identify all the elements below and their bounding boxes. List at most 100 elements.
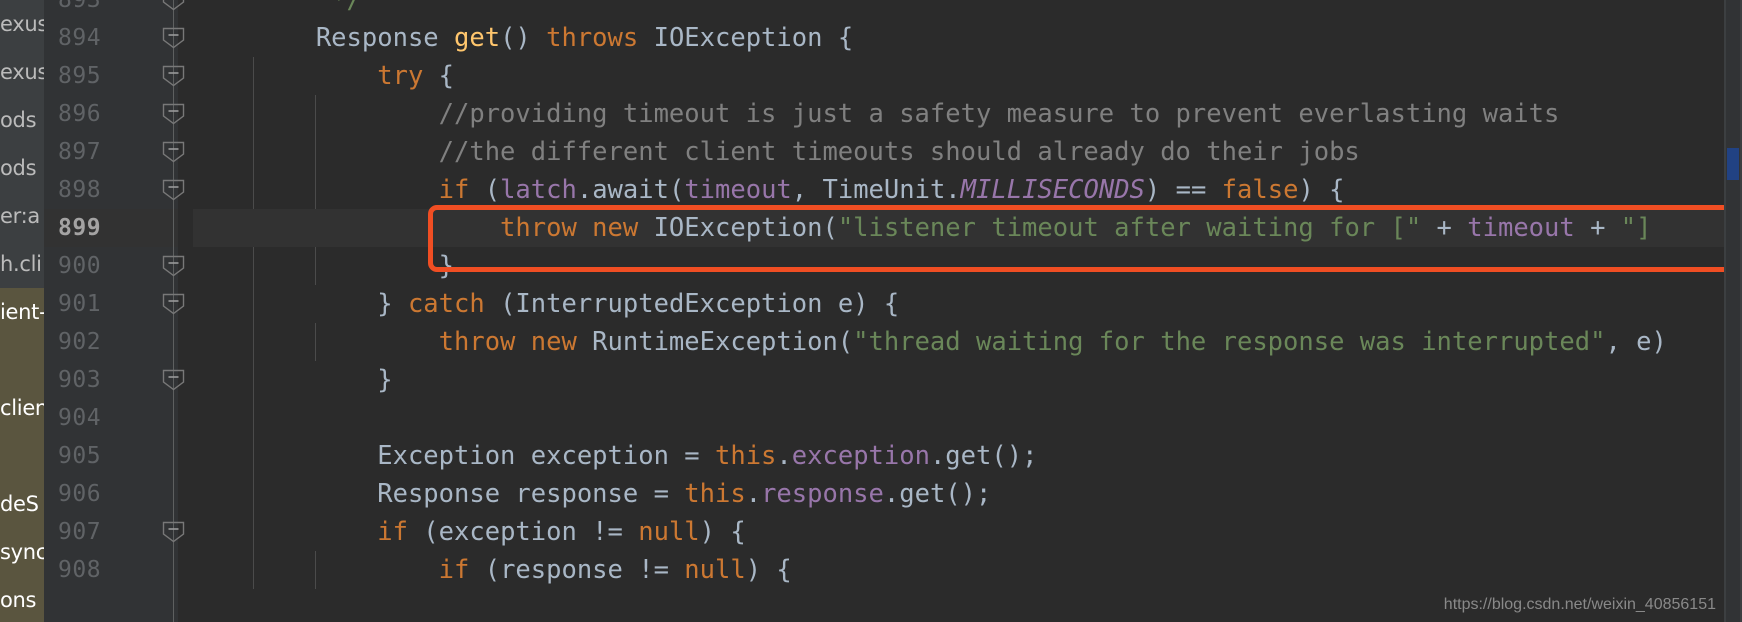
code-token: .get(); bbox=[883, 479, 992, 509]
fold-collapse-icon[interactable] bbox=[161, 103, 186, 125]
code-token: { bbox=[423, 61, 455, 91]
code-token: , e) bbox=[1605, 327, 1667, 357]
code-token: ( bbox=[469, 175, 501, 205]
code-token: RuntimeException( bbox=[592, 327, 854, 357]
project-tree-list[interactable]: exus exus ods ods er:a h.cli ient-clien deS sync… bbox=[0, 0, 44, 622]
code-line[interactable]: */ bbox=[193, 0, 1724, 19]
fold-collapse-icon[interactable] bbox=[161, 369, 186, 391]
code-token: exception bbox=[791, 441, 930, 471]
editor-window: exus exus ods ods er:a h.cli ient-clien deS sync… bbox=[0, 0, 1742, 622]
fold-collapse-icon[interactable] bbox=[161, 0, 186, 11]
code-line[interactable]: if (exception != null) { bbox=[193, 513, 1724, 551]
code-token: (InterruptedException e) { bbox=[484, 289, 900, 319]
code-token: this bbox=[684, 479, 746, 509]
project-tree-item[interactable]: clien bbox=[0, 384, 44, 432]
code-token: () bbox=[500, 23, 547, 53]
fold-collapse-icon[interactable] bbox=[161, 179, 186, 201]
code-line[interactable]: Exception exception = this.exception.get… bbox=[193, 437, 1724, 475]
code-line[interactable]: Response response = this.response.get(); bbox=[193, 475, 1724, 513]
code-token: timeout bbox=[1467, 213, 1575, 243]
code-token: get bbox=[454, 23, 501, 53]
code-token: if bbox=[377, 517, 408, 547]
code-token: + bbox=[1421, 213, 1468, 243]
code-token: "listener timeout after waiting for [" bbox=[837, 213, 1422, 243]
project-tree-item[interactable]: exus bbox=[0, 48, 44, 96]
code-token: IOException { bbox=[653, 23, 854, 53]
code-token: if bbox=[438, 555, 470, 585]
scrollbar-track[interactable] bbox=[1726, 0, 1740, 622]
project-tree-item[interactable]: ods bbox=[0, 144, 44, 192]
editor-scrollbar-strip[interactable] bbox=[1724, 0, 1742, 622]
code-token: + bbox=[1574, 213, 1621, 243]
code-token: . bbox=[776, 441, 792, 471]
fold-collapse-icon[interactable] bbox=[161, 27, 186, 49]
fold-collapse-icon[interactable] bbox=[161, 521, 186, 543]
code-line[interactable]: //the different client timeouts should a… bbox=[193, 133, 1724, 171]
code-line[interactable]: //providing timeout is just a safety mea… bbox=[193, 95, 1724, 133]
project-tree-item[interactable]: sync bbox=[0, 528, 44, 576]
project-tree-item[interactable]: ods bbox=[0, 96, 44, 144]
code-token: .get(); bbox=[929, 441, 1038, 471]
code-token: Response response = bbox=[377, 479, 685, 509]
scrollbar-marker[interactable] bbox=[1727, 148, 1739, 180]
code-token: catch bbox=[407, 289, 485, 319]
code-folding-column[interactable] bbox=[155, 0, 193, 622]
code-line[interactable]: } bbox=[193, 247, 1724, 285]
code-token: } bbox=[377, 289, 408, 319]
code-editor-area[interactable]: */ Response get() throws IOException { t… bbox=[193, 0, 1724, 622]
code-token: try bbox=[377, 61, 424, 91]
code-token: timeout bbox=[684, 175, 792, 205]
project-tree-item[interactable]: h.cli bbox=[0, 240, 44, 288]
code-line[interactable]: if (latch.await(timeout, TimeUnit.MILLIS… bbox=[193, 171, 1724, 209]
code-token: "] bbox=[1620, 213, 1652, 243]
code-line[interactable] bbox=[193, 399, 1724, 437]
code-token: this bbox=[715, 441, 777, 471]
code-token: latch bbox=[500, 175, 577, 205]
code-token: if bbox=[438, 175, 470, 205]
code-token: throw new bbox=[438, 327, 593, 357]
code-token: IOException( bbox=[653, 213, 838, 243]
code-token: .await( bbox=[576, 175, 685, 205]
code-token: (exception != bbox=[407, 517, 639, 547]
fold-collapse-icon[interactable] bbox=[161, 141, 186, 163]
fold-collapse-icon[interactable] bbox=[161, 65, 186, 87]
code-line[interactable]: throw new IOException("listener timeout … bbox=[193, 209, 1724, 247]
project-tree-item[interactable]: ons bbox=[0, 576, 44, 622]
code-token: throw new bbox=[500, 213, 654, 243]
code-token: null bbox=[638, 517, 700, 547]
code-token: Exception exception = bbox=[377, 441, 715, 471]
project-tree-item[interactable] bbox=[0, 432, 44, 480]
project-tool-window[interactable]: exus exus ods ods er:a h.cli ient-clien deS sync… bbox=[0, 0, 44, 622]
project-tree-item[interactable]: er:a bbox=[0, 192, 44, 240]
fold-collapse-icon[interactable] bbox=[161, 255, 186, 277]
code-token: null bbox=[684, 555, 746, 585]
code-token: . bbox=[745, 479, 762, 509]
code-line[interactable]: } bbox=[193, 361, 1724, 399]
project-tree-item[interactable]: exus bbox=[0, 0, 44, 48]
code-line[interactable]: Response get() throws IOException { bbox=[193, 19, 1724, 57]
code-token: } bbox=[438, 251, 454, 281]
code-line[interactable]: throw new RuntimeException("thread waiti… bbox=[193, 323, 1724, 361]
code-line[interactable]: if (response != null) { bbox=[193, 551, 1724, 589]
code-token: throws bbox=[546, 23, 654, 53]
fold-collapse-icon[interactable] bbox=[161, 293, 186, 315]
code-line[interactable]: try { bbox=[193, 57, 1724, 95]
code-token: ) { bbox=[745, 555, 792, 585]
project-tree-item[interactable]: deS bbox=[0, 480, 44, 528]
project-tree-item[interactable]: ient- bbox=[0, 288, 44, 336]
code-line[interactable]: } catch (InterruptedException e) { bbox=[193, 285, 1724, 323]
project-tree-item[interactable] bbox=[0, 336, 44, 384]
code-token: ) == bbox=[1144, 175, 1222, 205]
